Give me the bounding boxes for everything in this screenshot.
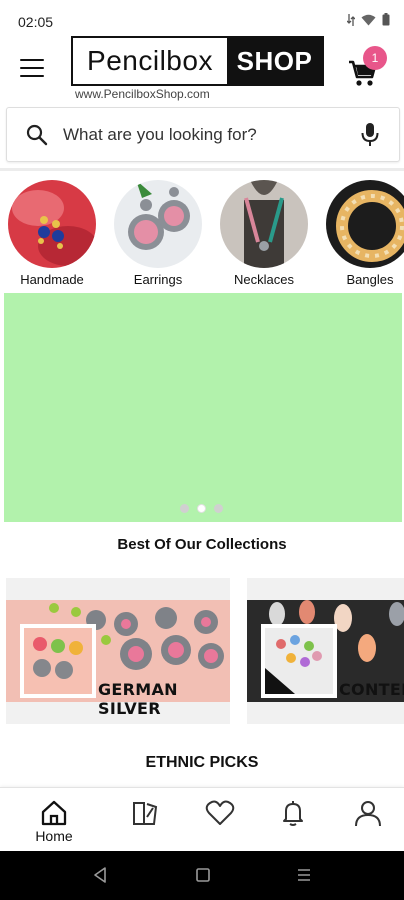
- category-label: Handmade: [20, 272, 84, 287]
- carousel-dot[interactable]: [214, 504, 223, 513]
- app-header: Pencilbox SHOP www.PencilboxShop.com 1: [0, 34, 404, 102]
- carousel-dot-active[interactable]: [197, 504, 206, 513]
- home-square-icon[interactable]: [195, 866, 211, 884]
- data-arrows-icon: [347, 13, 355, 26]
- search-icon[interactable]: [25, 123, 49, 147]
- nav-account[interactable]: [333, 788, 403, 852]
- category-image: [8, 180, 96, 268]
- home-icon: [41, 800, 67, 826]
- collection-card-contemporary[interactable]: CONTEMPO: [247, 578, 404, 724]
- hamburger-line: [20, 59, 44, 61]
- category-handmade[interactable]: Handmade: [6, 178, 98, 290]
- status-time: 02:05: [18, 14, 54, 30]
- handmade-earrings-image: [8, 180, 96, 268]
- search-input[interactable]: [63, 122, 353, 148]
- category-row: Handmade Earrings Necklaces Bangles: [0, 178, 404, 290]
- category-label: Necklaces: [234, 272, 294, 287]
- category-image: [114, 180, 202, 268]
- wifi-icon: [361, 14, 376, 25]
- necklace-image: [220, 180, 308, 268]
- logo-wordmark: Pencilbox: [73, 38, 227, 84]
- bangles-image: [326, 180, 404, 268]
- catalog-icon: [133, 802, 158, 825]
- system-navigation-bar: [0, 851, 404, 900]
- ethnic-picks-heading: ETHNIC PICKS: [145, 754, 259, 771]
- category-earrings[interactable]: Earrings: [112, 178, 204, 290]
- section-divider: [0, 168, 404, 171]
- category-label: Earrings: [133, 272, 183, 287]
- cart-count-badge: 1: [363, 46, 387, 70]
- hamburger-line: [20, 75, 44, 77]
- recents-icon[interactable]: [296, 866, 312, 884]
- back-icon[interactable]: [92, 866, 108, 884]
- bell-icon: [283, 801, 303, 826]
- menu-button[interactable]: [18, 56, 46, 80]
- collection-label: GERMAN SILVER: [98, 680, 178, 718]
- status-icons: [347, 13, 390, 26]
- category-image: [326, 180, 404, 268]
- nav-home[interactable]: Home: [19, 788, 89, 852]
- nav-home-label: Home: [35, 828, 73, 844]
- battery-icon: [382, 13, 390, 26]
- carousel-dot[interactable]: [180, 504, 189, 513]
- earrings-image: [114, 180, 202, 268]
- promo-banner[interactable]: [4, 293, 402, 522]
- category-necklaces[interactable]: Necklaces: [218, 178, 310, 290]
- carousel-indicator: [180, 504, 223, 513]
- collection-card-german-silver[interactable]: GERMAN SILVER: [6, 578, 230, 724]
- logo-url: www.PencilboxShop.com: [75, 87, 210, 101]
- contemporary-image: [247, 600, 404, 702]
- category-label: Bangles: [346, 272, 394, 287]
- nav-catalog[interactable]: [110, 788, 180, 852]
- nav-notifications[interactable]: [258, 788, 328, 852]
- microphone-icon[interactable]: [361, 122, 379, 148]
- collection-label: CONTEMPO: [339, 680, 404, 699]
- shop-logo[interactable]: Pencilbox SHOP: [71, 36, 324, 86]
- user-icon: [355, 801, 381, 827]
- collections-heading: Best Of Our Collections: [117, 536, 287, 553]
- bottom-navigation: Home: [0, 787, 404, 851]
- heart-icon: [205, 800, 235, 825]
- category-image: [220, 180, 308, 268]
- nav-wishlist[interactable]: [184, 788, 254, 852]
- collections-carousel: GERMAN SILVER CONTEMPO: [0, 578, 404, 728]
- category-bangles[interactable]: Bangles: [324, 178, 404, 290]
- search-bar[interactable]: [6, 107, 400, 162]
- status-bar: 02:05: [0, 0, 404, 34]
- hamburger-line: [20, 67, 44, 69]
- logo-shop-text: SHOP: [227, 38, 322, 84]
